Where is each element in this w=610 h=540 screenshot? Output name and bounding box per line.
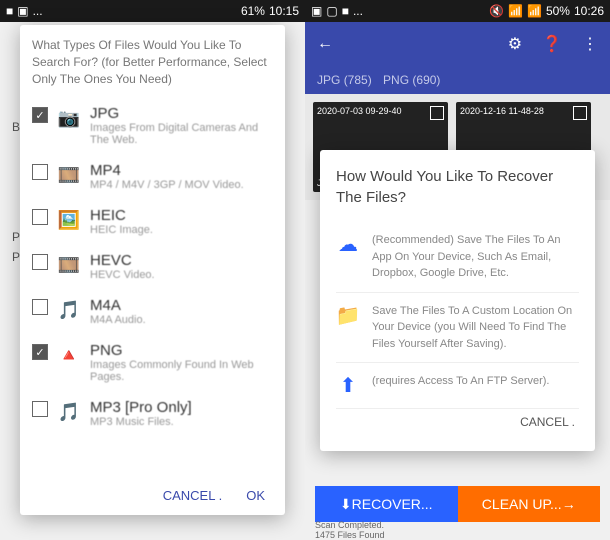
bg-letter: P — [12, 250, 20, 264]
file-name: JPG — [90, 105, 273, 122]
camera-icon: 📷 — [56, 105, 82, 131]
music-icon: 🎵 — [56, 399, 82, 425]
clock: 10:26 — [574, 4, 604, 18]
file-desc: MP4 / M4V / 3GP / MOV Video. — [90, 179, 273, 191]
checkbox[interactable] — [32, 401, 48, 417]
film-icon: 🎞️ — [56, 252, 82, 278]
film-icon: 🎞️ — [56, 162, 82, 188]
battery-text: 50% — [546, 4, 570, 18]
file-type-list[interactable]: ✓ 📷 JPGImages From Digital Cameras And T… — [32, 97, 273, 480]
camera-icon: ■ — [342, 4, 349, 18]
gear-icon[interactable]: ⚙ — [508, 34, 522, 54]
cancel-button[interactable]: CANCEL . — [163, 488, 222, 503]
screenshot-icon: ▣ — [311, 4, 322, 18]
cleanup-button[interactable]: CLEAN UP... → — [458, 486, 601, 522]
battery-text: 61% — [241, 4, 265, 18]
right-screen: ▣ ▢ ■ ... 🔇 📶 📶 50% 10:26 ← ⚙ ❓ ⋮ JPG (7… — [305, 0, 610, 540]
file-desc: M4A Audio. — [90, 314, 273, 326]
file-name: MP4 — [90, 162, 273, 179]
signal-icon: 📶 — [527, 4, 542, 18]
status-bar: ■ ▣ ... 61% 10:15 — [0, 0, 305, 22]
file-type-m4a[interactable]: 🎵 M4AM4A Audio. — [32, 289, 273, 334]
checkbox[interactable] — [32, 254, 48, 270]
file-type-png[interactable]: ✓ 🔺 PNGImages Commonly Found In Web Page… — [32, 334, 273, 391]
more-icon: ... — [353, 4, 363, 18]
file-tabs: JPG (785) PNG (690) — [305, 66, 610, 94]
file-name: HEIC — [90, 207, 273, 224]
checkbox[interactable] — [32, 164, 48, 180]
file-type-mp4[interactable]: 🎞️ MP4MP4 / M4V / 3GP / MOV Video. — [32, 154, 273, 199]
clock: 10:15 — [269, 4, 299, 18]
expand-icon[interactable] — [430, 106, 444, 120]
recover-option-ftp[interactable]: ⬆ (requires Access To An FTP Server). — [336, 363, 579, 409]
status-bar: ▣ ▢ ■ ... 🔇 📶 📶 50% 10:26 — [305, 0, 610, 22]
image-icon: ▢ — [326, 4, 337, 18]
ok-button[interactable]: OK — [246, 488, 265, 503]
file-name: HEVC — [90, 252, 273, 269]
image-icon: 🖼️ — [56, 207, 82, 233]
file-name: MP3 [Pro Only] — [90, 399, 273, 416]
checkbox[interactable]: ✓ — [32, 107, 48, 123]
file-type-heic[interactable]: 🖼️ HEICHEIC Image. — [32, 199, 273, 244]
left-screen: ■ ▣ ... 61% 10:15 B P P What Types Of Fi… — [0, 0, 305, 540]
file-name: M4A — [90, 297, 273, 314]
cone-icon: 🔺 — [56, 342, 82, 368]
screenshot-icon: ▣ — [17, 4, 28, 18]
dialog-title: How Would You Like To Recover The Files? — [336, 166, 579, 208]
checkbox[interactable]: ✓ — [32, 344, 48, 360]
recover-button[interactable]: ⬇RECOVER... — [315, 486, 458, 522]
thumb-date: 2020-07-03 09-29-40 — [317, 106, 402, 116]
back-button[interactable]: ← — [317, 35, 333, 53]
bg-letter: B — [12, 120, 20, 134]
file-name: PNG — [90, 342, 273, 359]
overflow-icon[interactable]: ⋮ — [582, 34, 598, 54]
recover-dialog: How Would You Like To Recover The Files?… — [320, 150, 595, 451]
scan-status: Scan Completed.1475 Files Found — [315, 520, 385, 540]
file-type-hevc[interactable]: 🎞️ HEVCHEVC Video. — [32, 244, 273, 289]
camera-icon: ■ — [6, 4, 13, 18]
wifi-icon: 📶 — [508, 4, 523, 18]
option-text: (Recommended) Save The Files To An App O… — [372, 232, 579, 282]
file-types-dialog: What Types Of Files Would You Like To Se… — [20, 25, 285, 515]
file-desc: HEIC Image. — [90, 224, 273, 236]
option-text: (requires Access To An FTP Server). — [372, 373, 550, 398]
thumb-date: 2020-12-16 11-48-28 — [460, 106, 544, 116]
recover-option-app[interactable]: ☁ (Recommended) Save The Files To An App… — [336, 222, 579, 293]
file-desc: MP3 Music Files. — [90, 416, 273, 428]
help-icon[interactable]: ❓ — [542, 34, 562, 54]
app-bar: ← ⚙ ❓ ⋮ — [305, 22, 610, 66]
tab-jpg[interactable]: JPG (785) — [317, 73, 372, 87]
dialog-title: What Types Of Files Would You Like To Se… — [32, 37, 273, 87]
checkbox[interactable] — [32, 299, 48, 315]
file-desc: Images Commonly Found In Web Pages. — [90, 359, 273, 383]
folder-icon: 📁 — [336, 303, 360, 353]
option-text: Save The Files To A Custom Location On Y… — [372, 303, 579, 353]
upload-icon: ⬆ — [336, 373, 360, 398]
recover-option-folder[interactable]: 📁 Save The Files To A Custom Location On… — [336, 293, 579, 364]
expand-icon[interactable] — [573, 106, 587, 120]
file-desc: HEVC Video. — [90, 269, 273, 281]
mute-icon: 🔇 — [489, 4, 504, 18]
bg-letter: P — [12, 230, 20, 244]
file-type-jpg[interactable]: ✓ 📷 JPGImages From Digital Cameras And T… — [32, 97, 273, 154]
cancel-button[interactable]: CANCEL . — [336, 409, 579, 435]
file-type-mp3[interactable]: 🎵 MP3 [Pro Only]MP3 Music Files. — [32, 391, 273, 436]
music-icon: 🎵 — [56, 297, 82, 323]
download-icon: ⬇ — [340, 496, 352, 513]
checkbox[interactable] — [32, 209, 48, 225]
arrow-right-icon: → — [562, 496, 576, 512]
tab-png[interactable]: PNG (690) — [383, 73, 440, 87]
file-desc: Images From Digital Cameras And The Web. — [90, 122, 273, 146]
bottom-bar: ⬇RECOVER... CLEAN UP... → — [315, 486, 600, 522]
more-icon: ... — [33, 4, 43, 18]
cloud-upload-icon: ☁ — [336, 232, 360, 282]
